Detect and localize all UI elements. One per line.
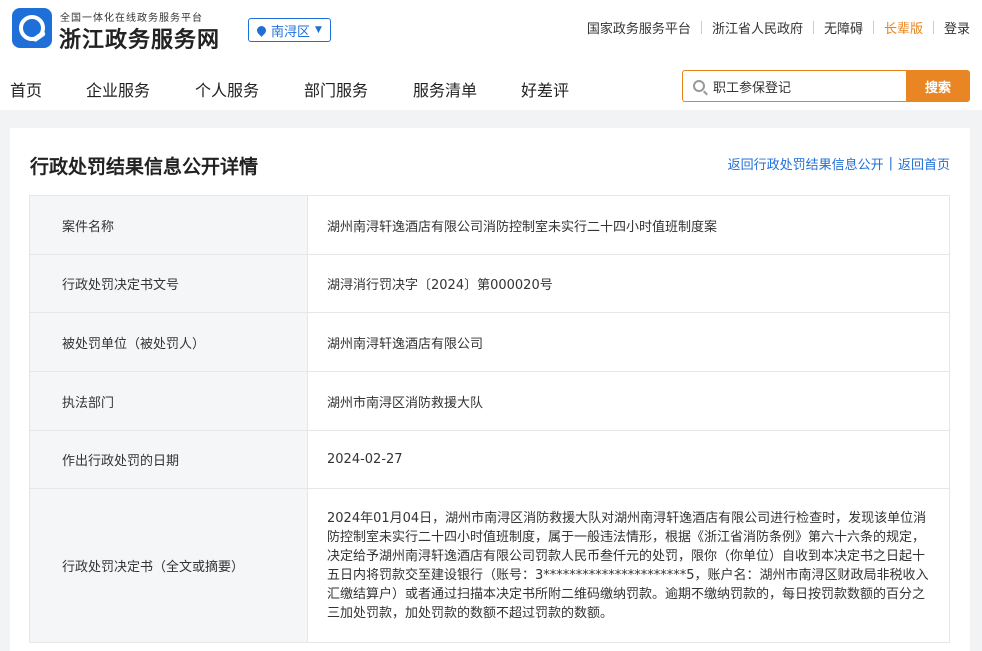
detail-card: 行政处罚结果信息公开详情 返回行政处罚结果信息公开 | 返回首页 案件名称 湖州… <box>10 128 970 651</box>
row-value: 2024-02-27 <box>308 431 950 488</box>
back-to-list-link[interactable]: 返回行政处罚结果信息公开 <box>728 154 884 173</box>
link-provincial-gov[interactable]: 浙江省人民政府 <box>702 18 813 37</box>
nav-enterprise[interactable]: 企业服务 <box>86 77 150 101</box>
nav-service-list[interactable]: 服务清单 <box>413 77 477 101</box>
caret-down-icon: ▼ <box>315 25 322 35</box>
row-value: 湖州南浔轩逸酒店有限公司 <box>308 313 950 371</box>
nav-home[interactable]: 首页 <box>10 77 42 101</box>
nav-rating[interactable]: 好差评 <box>521 77 569 101</box>
top-header: 全国一体化在线政务服务平台 浙江政务服务网 南浔区 ▼ 国家政务服务平台 浙江省… <box>0 0 982 60</box>
row-label: 执法部门 <box>30 372 308 430</box>
region-selector[interactable]: 南浔区 ▼ <box>248 18 331 42</box>
search-input[interactable] <box>713 78 893 94</box>
row-label: 行政处罚决定书（全文或摘要） <box>30 489 308 642</box>
row-label: 作出行政处罚的日期 <box>30 431 308 488</box>
search-box <box>682 70 906 102</box>
link-login[interactable]: 登录 <box>934 18 970 37</box>
table-row: 行政处罚决定书（全文或摘要） 2024年01月04日，湖州市南浔区消防救援大队对… <box>30 489 950 643</box>
back-links: 返回行政处罚结果信息公开 | 返回首页 <box>728 154 950 173</box>
table-row: 执法部门 湖州市南浔区消防救援大队 <box>30 372 950 431</box>
link-national-platform[interactable]: 国家政务服务平台 <box>577 18 701 37</box>
nav-department[interactable]: 部门服务 <box>304 77 368 101</box>
zhejiang-logo-icon[interactable] <box>12 8 52 48</box>
search-icon <box>693 80 705 92</box>
divider: | <box>888 156 893 171</box>
location-pin-icon <box>255 23 268 37</box>
table-row: 行政处罚决定书文号 湖浔消行罚决字〔2024〕第000020号 <box>30 255 950 313</box>
row-value: 湖浔消行罚决字〔2024〕第000020号 <box>308 255 950 312</box>
row-label: 被处罚单位（被处罚人） <box>30 313 308 371</box>
page-title: 行政处罚结果信息公开详情 <box>30 156 259 178</box>
row-label: 行政处罚决定书文号 <box>30 255 308 312</box>
row-value: 湖州南浔轩逸酒店有限公司消防控制室未实行二十四小时值班制度案 <box>308 196 950 254</box>
detail-table: 案件名称 湖州南浔轩逸酒店有限公司消防控制室未实行二十四小时值班制度案 行政处罚… <box>29 195 950 643</box>
table-row: 作出行政处罚的日期 2024-02-27 <box>30 431 950 489</box>
link-accessibility[interactable]: 无障碍 <box>814 18 873 37</box>
table-row: 案件名称 湖州南浔轩逸酒店有限公司消防控制室未实行二十四小时值班制度案 <box>30 196 950 255</box>
top-links: 国家政务服务平台 浙江省人民政府 无障碍 长辈版 登录 <box>577 18 970 37</box>
row-label: 案件名称 <box>30 196 308 254</box>
nav-personal[interactable]: 个人服务 <box>195 77 259 101</box>
brand-title[interactable]: 浙江政务服务网 <box>59 22 220 54</box>
region-label: 南浔区 <box>271 24 311 40</box>
link-elder-version[interactable]: 长辈版 <box>874 18 933 37</box>
search-button[interactable]: 搜索 <box>906 70 970 102</box>
back-to-home-link[interactable]: 返回首页 <box>898 154 950 173</box>
row-value: 湖州市南浔区消防救援大队 <box>308 372 950 430</box>
row-value: 2024年01月04日，湖州市南浔区消防救援大队对湖州南浔轩逸酒店有限公司进行检… <box>308 489 950 642</box>
table-row: 被处罚单位（被处罚人） 湖州南浔轩逸酒店有限公司 <box>30 313 950 372</box>
